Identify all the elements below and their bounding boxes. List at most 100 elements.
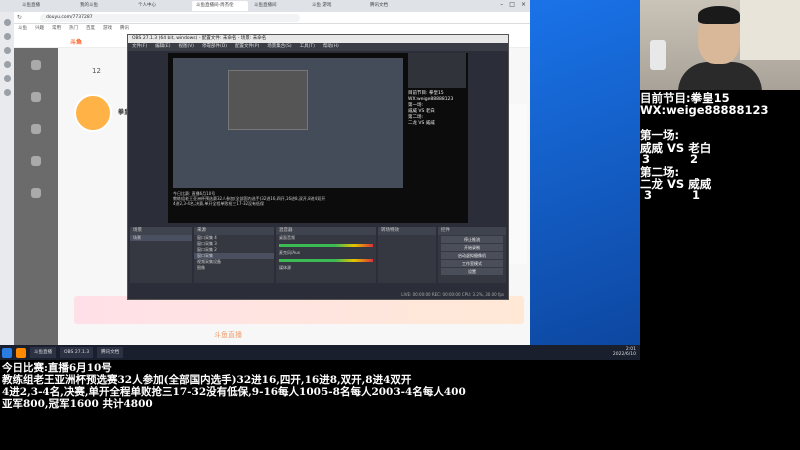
preview-desktop-capture bbox=[173, 58, 403, 188]
webcam-feed bbox=[640, 0, 800, 90]
window-controls: – □ × bbox=[500, 1, 526, 8]
obs-window: OBS 27.1.3 (64 bit, windows) - 配置文件: 未命名… bbox=[127, 34, 509, 300]
browser-tab[interactable]: 腾讯文档 bbox=[366, 1, 422, 11]
taskbar-button[interactable]: OBS 27.1.3 bbox=[60, 347, 94, 358]
mixer-channel-label: 桌面音频 bbox=[279, 235, 295, 240]
dock-title: 混音器 bbox=[276, 227, 376, 235]
rail-item[interactable] bbox=[21, 92, 51, 112]
bookmark-item[interactable]: 斗鱼 bbox=[18, 24, 27, 34]
wx-contact: WX:weige88888123 bbox=[640, 103, 769, 117]
bookmark-item[interactable]: 腾讯 bbox=[120, 24, 129, 34]
info-line-total: 亚军800,冠军1600 共计4800 bbox=[2, 398, 153, 410]
douyu-logo[interactable]: 斗鱼 bbox=[70, 37, 82, 46]
close-icon[interactable]: × bbox=[521, 1, 526, 8]
controls-dock: 控件 停止推流 开始录制 启动虚拟摄像机 工作室模式 设置 bbox=[438, 227, 506, 283]
browser-tab-active[interactable]: 斗鱼直播间-周杰伦 bbox=[192, 1, 248, 11]
browser-tab[interactable]: 个人中心 bbox=[134, 1, 190, 11]
sidebar-app-icon[interactable] bbox=[3, 33, 11, 40]
obs-docks: 场景 场景 来源 窗口采集 4 窗口采集 3 窗口采集 2 窗口采集 视频采集设… bbox=[128, 225, 508, 285]
preview-bottom-text: 今日比赛: 直播6月10号 教练组老王亚洲杯预选赛32人参加(全部国内选手)32… bbox=[173, 191, 326, 206]
browser-tab-bar: 斗鱼直播 我的斗鱼 个人中心 斗鱼直播间-周杰伦 斗鱼直播间 斗鱼 游戏 腾讯文… bbox=[0, 0, 530, 12]
rail-item[interactable] bbox=[21, 124, 51, 144]
bookmark-item[interactable]: 兴趣 bbox=[35, 24, 44, 34]
refresh-icon[interactable]: ↻ bbox=[17, 14, 22, 21]
sidebar-app-icon[interactable] bbox=[3, 19, 11, 26]
sidebar-app-icon[interactable] bbox=[3, 61, 11, 68]
app-icon[interactable] bbox=[16, 347, 26, 358]
desktop-capture: 斗鱼直播 我的斗鱼 个人中心 斗鱼直播间-周杰伦 斗鱼直播间 斗鱼 游戏 腾讯文… bbox=[0, 0, 640, 360]
taskbar: 斗鱼直播 OBS 27.1.3 腾讯文档 2:01 2022/6/10 bbox=[0, 345, 640, 360]
obs-menu-item[interactable]: 文件(F) bbox=[132, 43, 147, 51]
obs-title-bar: OBS 27.1.3 (64 bit, windows) - 配置文件: 未命名… bbox=[128, 35, 508, 43]
preview-nested-capture bbox=[228, 70, 308, 130]
settings-button[interactable]: 设置 bbox=[441, 268, 503, 275]
url-input[interactable]: douyu.com/7737287 bbox=[40, 14, 300, 22]
maximize-icon[interactable]: □ bbox=[509, 1, 515, 8]
start-icon[interactable] bbox=[2, 347, 12, 358]
webcam-person-hair bbox=[698, 6, 740, 24]
transitions-dock: 转场特效 bbox=[378, 227, 436, 283]
audio-meter[interactable] bbox=[279, 244, 373, 247]
minimize-icon[interactable]: – bbox=[500, 1, 503, 8]
obs-menu-item[interactable]: 编辑(E) bbox=[155, 43, 170, 51]
sidebar-app-icon[interactable] bbox=[3, 75, 11, 82]
rail-icon bbox=[31, 156, 41, 166]
obs-menu-item[interactable]: 场景集合(S) bbox=[267, 43, 291, 51]
gift-bar[interactable] bbox=[74, 296, 524, 324]
audio-meter[interactable] bbox=[279, 259, 373, 262]
rail-icon bbox=[31, 92, 41, 102]
obs-status-bar: LIVE: 00:00:00 REC: 00:00:00 CPU: 3.2%, … bbox=[128, 291, 508, 299]
rail-icon bbox=[31, 60, 41, 70]
mixer-channel-label: 媒体源 bbox=[279, 265, 291, 270]
dock-title: 控件 bbox=[438, 227, 506, 235]
mixer-dock: 混音器 桌面音频 麦克风/Aux 媒体源 bbox=[276, 227, 376, 283]
desktop-wallpaper bbox=[530, 0, 640, 345]
rail-item[interactable] bbox=[21, 156, 51, 176]
mixer-channel-label: 麦克风/Aux bbox=[279, 250, 300, 255]
bookmarks-bar: 斗鱼 兴趣 常用 热门 百度 游戏 腾讯 bbox=[0, 24, 530, 34]
studio-mode-button[interactable]: 工作室模式 bbox=[441, 260, 503, 267]
obs-menu-bar: 文件(F) 编辑(E) 视图(V) 停靠部件(D) 配置文件(P) 场景集合(S… bbox=[128, 43, 508, 51]
match2-score: 3 1 bbox=[644, 188, 701, 202]
tournament-info: 今日比赛:直播6月10号 教练组老王亚洲杯预选赛32人参加(全部国内选手)32进… bbox=[0, 360, 800, 450]
browser-tab[interactable]: 斗鱼直播间 bbox=[250, 1, 306, 11]
obs-menu-item[interactable]: 帮助(H) bbox=[323, 43, 339, 51]
taskbar-clock[interactable]: 2:01 2022/6/10 bbox=[613, 347, 636, 357]
bookmark-item[interactable]: 常用 bbox=[52, 24, 61, 34]
source-item[interactable]: 图像 bbox=[194, 265, 274, 271]
bookmark-item[interactable]: 百度 bbox=[86, 24, 95, 34]
bookmark-item[interactable]: 游戏 bbox=[103, 24, 112, 34]
dock-title: 场景 bbox=[130, 227, 192, 235]
rail-item[interactable] bbox=[21, 188, 51, 208]
virtual-camera-button[interactable]: 启动虚拟摄像机 bbox=[441, 252, 503, 259]
start-recording-button[interactable]: 开始录制 bbox=[441, 244, 503, 251]
browser-sidebar bbox=[0, 12, 14, 345]
obs-menu-item[interactable]: 配置文件(P) bbox=[235, 43, 259, 51]
sources-dock: 来源 窗口采集 4 窗口采集 3 窗口采集 2 窗口采集 视频采集设备 图像 bbox=[194, 227, 274, 283]
bookmark-item[interactable]: 热门 bbox=[69, 24, 78, 34]
rail-icon bbox=[31, 124, 41, 134]
streamer-avatar[interactable] bbox=[74, 94, 112, 132]
taskbar-button[interactable]: 斗鱼直播 bbox=[30, 347, 56, 358]
webcam-window-light bbox=[740, 0, 800, 60]
sidebar-app-icon[interactable] bbox=[3, 89, 11, 96]
preview-webcam bbox=[408, 53, 466, 88]
browser-tab[interactable]: 我的斗鱼 bbox=[76, 1, 132, 11]
browser-tab[interactable]: 斗鱼直播 bbox=[18, 1, 74, 11]
browser-window: 斗鱼直播 我的斗鱼 个人中心 斗鱼直播间-周杰伦 斗鱼直播间 斗鱼 游戏 腾讯文… bbox=[0, 0, 530, 345]
address-bar: ‹ › ↻ douyu.com/7737287 bbox=[0, 12, 530, 24]
obs-menu-item[interactable]: 工具(T) bbox=[300, 43, 315, 51]
obs-menu-item[interactable]: 视图(V) bbox=[178, 43, 194, 51]
sidebar-app-icon[interactable] bbox=[3, 47, 11, 54]
dock-title: 转场特效 bbox=[378, 227, 436, 235]
browser-tab[interactable]: 斗鱼 游戏 bbox=[308, 1, 364, 11]
match-overlay: 目前节目:拳皇15 WX:weige88888123 第一场: 威威 VS 老白… bbox=[640, 90, 800, 360]
obs-menu-item[interactable]: 停靠部件(D) bbox=[202, 43, 227, 51]
rail-item[interactable] bbox=[21, 60, 51, 80]
page-footer-logo: 斗鱼直播 bbox=[214, 331, 242, 339]
scene-item[interactable]: 场景 bbox=[130, 235, 192, 241]
scenes-dock: 场景 场景 bbox=[130, 227, 192, 283]
stop-stream-button[interactable]: 停止推流 bbox=[441, 236, 503, 243]
taskbar-button[interactable]: 腾讯文档 bbox=[97, 347, 124, 358]
obs-preview[interactable]: 目前节目: 拳皇15 WX:weige88888123 第一场: 威威 VS 老… bbox=[168, 53, 468, 223]
